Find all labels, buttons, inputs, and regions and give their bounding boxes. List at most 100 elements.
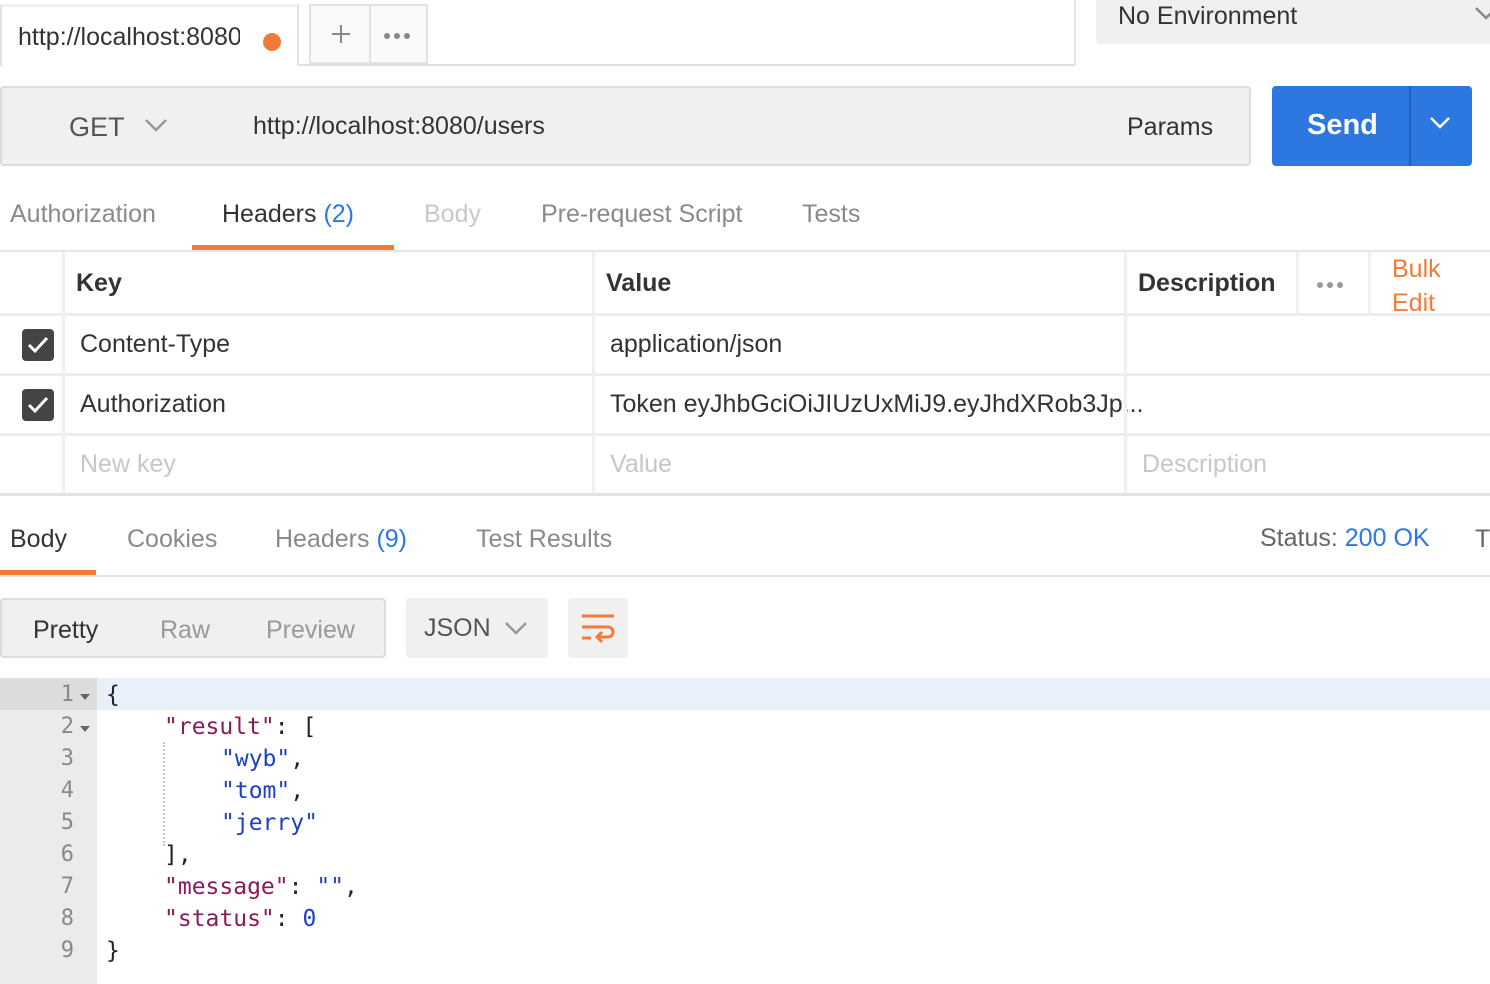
view-mode-group: Pretty Raw Preview [0,598,386,658]
row-enabled-checkbox[interactable] [22,329,54,361]
json-array-item: "tom" [221,778,291,804]
chevron-down-icon [1474,6,1490,20]
json-string: "" [316,874,345,900]
bulk-edit-button[interactable]: Bulk Edit [1392,252,1441,320]
tab-body[interactable]: Body [424,200,481,229]
response-tab-headers-label: Headers [275,525,370,553]
code-line: "status": 0 [164,906,317,932]
request-tabs: Authorization Headers (2) Body Pre-reque… [0,190,1490,252]
header-value[interactable]: application/json [610,330,782,359]
json-string: "wyb", [221,746,305,772]
column-divider [1368,252,1371,313]
wrap-lines-icon [582,614,615,644]
unsaved-dot-icon [263,33,281,51]
request-tab[interactable]: http://localhost:8080/users [0,4,299,66]
line-number: 6 [60,842,74,867]
send-options-chevron-icon[interactable] [1428,116,1452,130]
column-divider [62,252,65,493]
new-description-input[interactable]: Description [1142,450,1267,479]
table-row: Authorization Token eyJhbGciOiJIUzUxMiJ9… [0,376,1490,434]
line-number: 1 [60,682,74,707]
response-status: Status: 200 OK [1260,524,1430,553]
raw-button[interactable]: Raw [160,616,210,645]
json-string: "jerry" [221,810,318,836]
format-label: JSON [424,614,491,642]
params-label: Params [1127,113,1214,141]
code-line: { [106,682,120,708]
fold-toggle-icon[interactable] [80,694,90,700]
active-line-highlight [97,678,1490,710]
tab-tests[interactable]: Tests [802,200,860,229]
wrap-lines-button[interactable] [568,598,628,658]
tab-authorization[interactable]: Authorization [10,200,156,229]
plus-icon [332,25,350,43]
tab-headers-count: (2) [323,200,355,228]
new-tab-button[interactable] [309,4,370,64]
column-description: Description [1138,269,1276,297]
json-array-item: "jerry" [221,810,318,836]
response-tab-test-results[interactable]: Test Results [476,525,612,554]
method-label: GET [69,112,125,142]
json-key: "status" [164,906,275,932]
line-number: 4 [60,778,74,803]
response-tabs: Body Cookies Headers (9) Test Results St… [0,517,1490,577]
json-string: "tom", [221,778,305,804]
column-value: Value [606,269,672,297]
new-header-row: New key Value Description [0,436,1490,494]
send-label: Send [1307,109,1378,141]
json-number: 0 [302,906,317,932]
json-key: "message" [164,874,289,900]
format-select[interactable]: JSON [406,598,548,658]
tab-options-button[interactable] [369,4,428,64]
response-time-label: T [1475,525,1490,553]
fold-toggle-icon[interactable] [80,726,90,732]
send-button[interactable]: Send [1272,86,1472,166]
table-bottom-border [0,493,1490,496]
code-line: "result": [ [164,714,317,740]
request-tab-label: http://localhost:8080/users [18,23,240,51]
column-divider [1124,252,1127,493]
json-array-item: "wyb" [221,746,291,772]
column-divider [1296,252,1299,313]
response-tabs-divider [0,575,1490,577]
response-tab-body[interactable]: Body [10,525,67,554]
response-body-editor[interactable]: 1 2 3 4 5 6 7 8 9 { "result": [ "wyb", "… [0,678,1490,984]
environment-label: No Environment [1118,2,1298,30]
preview-button[interactable]: Preview [266,616,355,645]
table-row: Content-Type application/json [0,316,1490,374]
line-number: 5 [60,810,74,835]
bulk-edit-label-line1: Bulk [1392,255,1441,283]
column-divider [592,252,595,493]
line-number: 7 [60,874,74,899]
environment-divider [1074,0,1076,66]
method-select[interactable]: GET [0,86,234,166]
send-divider [1409,86,1411,166]
response-tab-cookies[interactable]: Cookies [127,525,217,554]
tab-headers-label: Headers [222,200,317,228]
header-value[interactable]: Token eyJhbGciOiJIUzUxMiJ9.eyJhdXRob3Jp.… [610,390,1144,419]
row-enabled-checkbox[interactable] [22,389,54,421]
chevron-down-icon [144,118,168,132]
tab-pre-request-script[interactable]: Pre-request Script [541,200,742,229]
tab-headers[interactable]: Headers (2) [222,200,354,229]
chevron-down-icon [504,621,528,635]
new-key-input[interactable]: New key [80,450,176,479]
params-button[interactable]: Params [1089,86,1251,166]
response-tab-headers[interactable]: Headers (9) [275,525,407,554]
json-key: "result" [164,714,275,740]
column-options-icon[interactable] [1317,282,1343,288]
environment-select[interactable]: No Environment [1096,0,1490,44]
column-key: Key [76,269,122,297]
pretty-button[interactable]: Pretty [33,616,98,645]
url-input[interactable]: http://localhost:8080/users [233,86,1090,166]
new-value-input[interactable]: Value [610,450,672,479]
indent-guide [163,742,165,846]
url-value: http://localhost:8080/users [253,112,545,140]
code-line: "message": "", [164,874,358,900]
line-number: 8 [60,906,74,931]
header-key[interactable]: Authorization [80,390,226,419]
more-icon [384,33,410,39]
tab-bar: http://localhost:8080/users No Environme… [0,0,1490,66]
status-label: Status: [1260,524,1338,552]
header-key[interactable]: Content-Type [80,330,230,359]
